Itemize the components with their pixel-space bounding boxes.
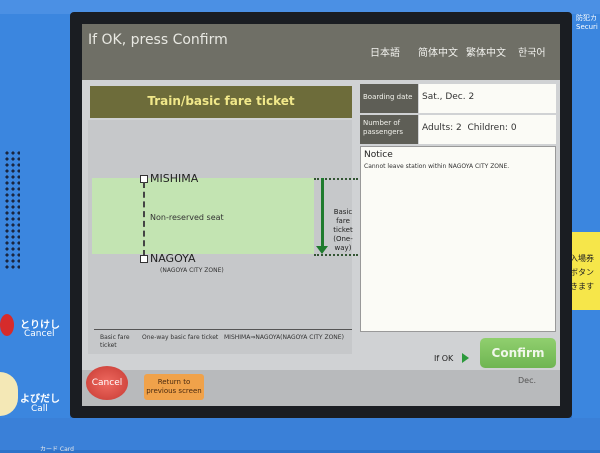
hw-sticker-line-2: ボタン	[570, 268, 594, 277]
fare-type-label: Basic fare ticket (One-way)	[333, 208, 353, 252]
seat-label: Non-reserved seat	[150, 213, 224, 222]
machine-frame-bottom	[0, 418, 600, 450]
touch-screen: If OK, press Confirm 日本語 简体中文 繁体中文 한국어 T…	[82, 24, 560, 406]
hw-security-jp: 防犯カ	[576, 14, 597, 22]
summary-divider	[94, 329, 352, 330]
station-marker-bottom	[140, 255, 148, 263]
hw-card-label: カード Card	[40, 446, 74, 453]
dotted-line-bottom	[314, 254, 358, 256]
top-bar: If OK, press Confirm 日本語 简体中文 繁体中文 한국어	[82, 24, 560, 80]
passengers-label: Number of passengers	[360, 115, 418, 144]
summary-kind: One-way basic fare ticket	[142, 334, 219, 341]
route-line	[143, 182, 145, 256]
lang-simplified-chinese-button[interactable]: 简体中文	[418, 44, 458, 59]
speaker-grille	[4, 150, 20, 270]
hw-sticker-text: 入場券 ボタン きます	[570, 252, 594, 294]
cancel-button[interactable]: Cancel	[86, 366, 128, 400]
boarding-date-value: Sat., Dec. 2	[419, 84, 556, 113]
direction-arrow-shaft	[321, 178, 324, 248]
hw-cancel-label: Cancel	[24, 329, 55, 339]
confirm-button[interactable]: Confirm	[480, 338, 556, 368]
hw-sticker-line-1: 入場券	[570, 254, 594, 263]
if-ok-label: If OK	[434, 354, 454, 363]
to-station: NAGOYA	[150, 252, 196, 265]
machine-frame-right	[572, 0, 600, 450]
lang-japanese-button[interactable]: 日本語	[370, 44, 400, 59]
ticket-title: Train/basic fare ticket	[147, 94, 295, 108]
boarding-date-label: Boarding date	[360, 84, 418, 113]
passengers-value: Adults: 2 Children: 0	[419, 115, 556, 144]
info-box: Boarding date Sat., Dec. 2 Number of pas…	[360, 84, 556, 144]
hw-security-en: Securi	[576, 23, 598, 31]
summary-type: Basic fare ticket	[100, 334, 130, 349]
notice-box: Notice Cannot leave station within NAGOY…	[360, 146, 556, 332]
hw-sticker-line-3: きます	[570, 282, 594, 291]
notice-text: Cannot leave station within NAGOYA CITY …	[364, 163, 510, 170]
lang-traditional-chinese-button[interactable]: 繁体中文	[466, 44, 506, 59]
ticket-title-bar: Train/basic fare ticket	[90, 86, 352, 118]
hw-cancel-button[interactable]	[0, 314, 14, 336]
hw-yobidashi-label: よびだし	[20, 394, 60, 405]
return-button[interactable]: Return to previous screen	[144, 374, 204, 400]
corner-date: Dec.	[518, 376, 537, 385]
lang-korean-button[interactable]: 한국어	[518, 44, 546, 59]
hw-call-label: Call	[31, 404, 48, 414]
from-station: MISHIMA	[150, 172, 199, 185]
route-panel: MISHIMA Non-reserved seat NAGOYA (NAGOYA…	[88, 120, 358, 354]
summary-route: MISHIMA⇒NAGOYA(NAGOYA CITY ZONE)	[224, 334, 344, 341]
notice-title: Notice	[364, 150, 393, 160]
right-arrow-icon	[462, 353, 469, 363]
to-station-zone: (NAGOYA CITY ZONE)	[160, 267, 224, 274]
hw-security-label: 防犯カ Securi	[576, 14, 598, 32]
confirm-prompt: If OK, press Confirm	[88, 32, 228, 48]
